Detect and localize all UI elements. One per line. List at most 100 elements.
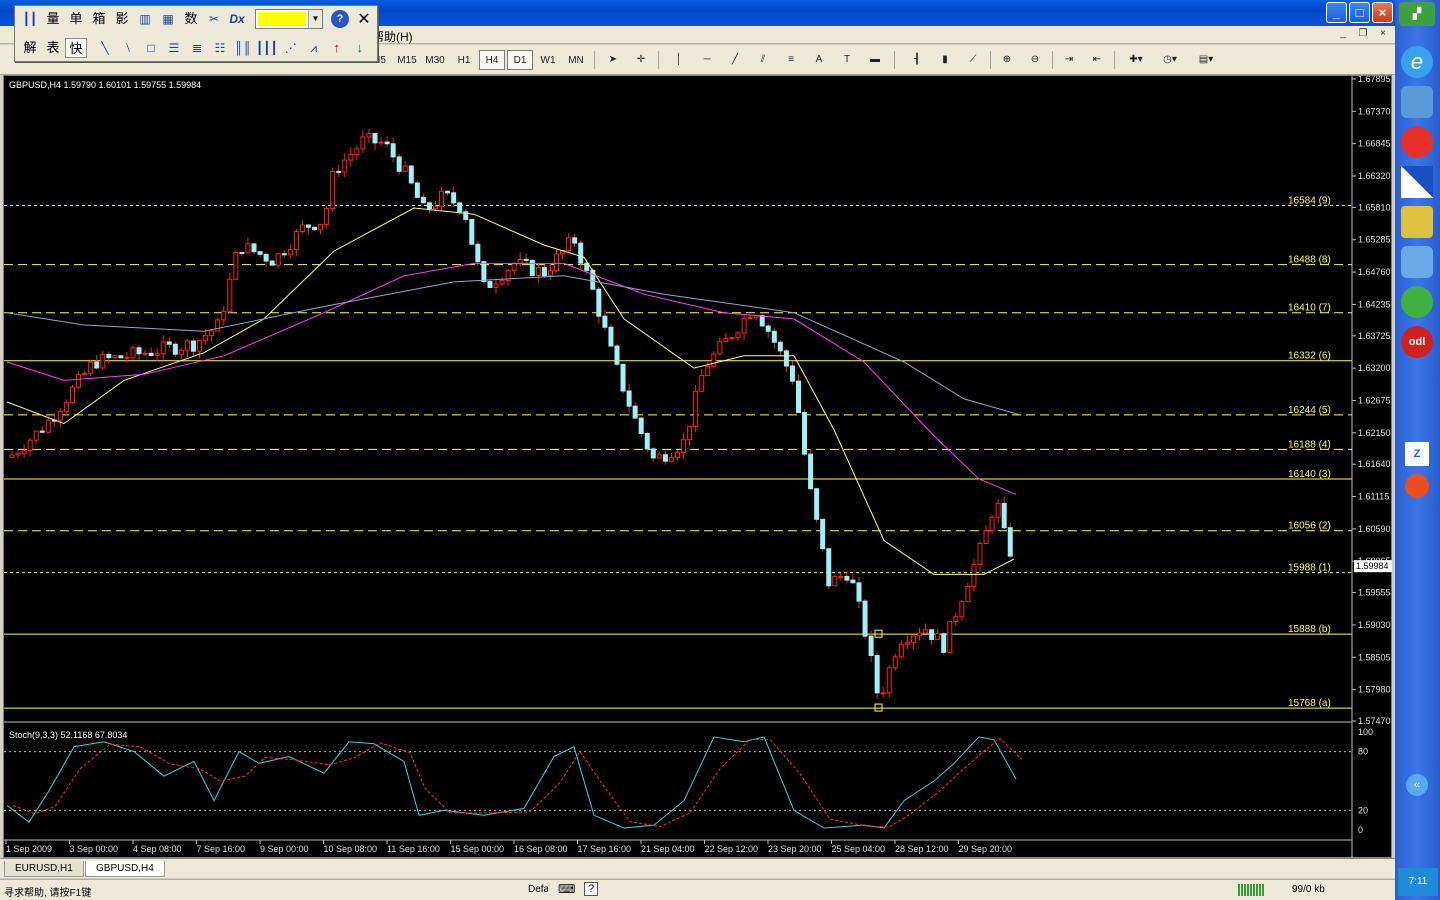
double-line-icon[interactable]: ⧵ (117, 38, 139, 58)
candle-body (554, 253, 559, 272)
candle-body (765, 325, 771, 332)
app-icon[interactable] (1401, 206, 1433, 238)
mdi-close-button[interactable]: × (1375, 27, 1391, 41)
timeframe-mn-button[interactable]: MN (563, 50, 589, 70)
zoom-out-icon[interactable]: ⊖ (1024, 50, 1046, 70)
candle-body (445, 190, 451, 194)
horizontal-line-icon[interactable]: ─ (696, 50, 718, 70)
app-icon[interactable] (1401, 126, 1433, 158)
histogram-icon[interactable]: ▥ (134, 9, 156, 29)
panel-box-button[interactable]: 箱 (88, 9, 110, 29)
crosshair-icon[interactable]: ✛ (630, 50, 652, 70)
arrow-label-icon[interactable]: ▬ (864, 50, 886, 70)
fib-expansion-icon[interactable]: ☷ (209, 38, 231, 58)
timeframe-w1-button[interactable]: W1 (535, 50, 561, 70)
panel-shadow-button[interactable]: 影 (111, 9, 133, 29)
timeframe-h1-button[interactable]: H1 (451, 50, 477, 70)
windows-flag-icon[interactable]: ▞ (1399, 2, 1435, 26)
panel-fast-button[interactable]: 快 (65, 38, 87, 58)
zoom-in-icon[interactable]: ⊕ (996, 50, 1018, 70)
line-chart-icon[interactable]: ⟋ (962, 50, 984, 70)
ie-icon[interactable]: e (1401, 46, 1433, 78)
help-icon[interactable]: ? (331, 10, 349, 28)
gann-fan-icon[interactable]: ⋰ (280, 38, 302, 58)
bar-chart-icon[interactable]: ┨ (906, 50, 928, 70)
panel-single-button[interactable]: 单 (65, 9, 87, 29)
fib-fan-icon[interactable]: ⩘ (303, 38, 325, 58)
panel-data-button[interactable]: 数 (180, 9, 202, 29)
timeframe-h4-button[interactable]: H4 (479, 50, 505, 70)
candle-body (420, 196, 426, 204)
current-price-label: 1.59984 (1356, 561, 1389, 571)
app-icon[interactable] (1401, 86, 1433, 118)
line-tool-icon[interactable]: ╲ (94, 38, 116, 58)
fib-level-label: 16056 (2) (1288, 521, 1331, 532)
timeframe-m15-button[interactable]: M15 (394, 50, 420, 70)
close-button[interactable]: × (1372, 2, 1393, 23)
indicators-icon[interactable]: ✚▾ (1122, 50, 1150, 70)
toolbar-separator (594, 51, 595, 69)
candle-body (535, 266, 541, 276)
templates-icon[interactable]: ▤▾ (1192, 50, 1220, 70)
bars-icon[interactable]: ┃┃ (19, 9, 41, 29)
app-icon[interactable] (1401, 246, 1433, 278)
app-icon[interactable]: Z (1405, 442, 1429, 466)
candle-body (675, 451, 680, 458)
color-picker[interactable]: ▼ (255, 9, 323, 29)
expand-tray-icon[interactable]: « (1406, 774, 1428, 796)
candle-body (275, 253, 281, 266)
candle-body (856, 582, 862, 602)
candle-body (650, 448, 656, 459)
fibonacci-icon[interactable]: ≡ (780, 50, 802, 70)
candle-body (668, 456, 674, 462)
candle-chart-icon[interactable]: ▮ (934, 50, 956, 70)
timeframe-m30-button[interactable]: M30 (422, 50, 448, 70)
fib-retracement-icon[interactable]: ☰ (163, 38, 185, 58)
app-icon[interactable] (1405, 474, 1429, 498)
messenger-icon[interactable] (1401, 286, 1433, 318)
auto-scroll-icon[interactable]: ⇥ (1058, 50, 1080, 70)
close-icon[interactable]: ✕ (355, 9, 373, 29)
cursor-icon[interactable]: ➤ (602, 50, 624, 70)
panel-solve-button[interactable]: 解 (19, 38, 41, 58)
candle-body (348, 153, 354, 161)
periods-icon[interactable]: ◷▾ (1156, 50, 1184, 70)
stoch-header: Stoch(9,3,3) 52.1168 67.8034 (9, 730, 127, 740)
candle-body (82, 372, 88, 375)
maximize-button[interactable]: □ (1349, 2, 1370, 23)
help-icon[interactable]: ? (584, 882, 598, 896)
chart-shift-icon[interactable]: ⇤ (1086, 50, 1108, 70)
fib-timezone-icon[interactable]: ║║ (232, 38, 254, 58)
tab-gbpusd-h4[interactable]: GBPUSD,H4 (85, 861, 165, 877)
channel-icon[interactable]: ⫽ (752, 50, 774, 70)
arrow-down-icon[interactable]: ↓ (349, 38, 371, 58)
text-label-icon[interactable]: T (836, 50, 858, 70)
mdi-restore-button[interactable]: ❐ (1355, 27, 1371, 41)
arrow-up-icon[interactable]: ↑ (326, 38, 348, 58)
app-icon[interactable] (1401, 166, 1433, 198)
rectangle-icon[interactable]: □ (140, 38, 162, 58)
vertical-line-icon[interactable]: │ (668, 50, 690, 70)
candle-body (959, 601, 965, 618)
candle-body (523, 258, 529, 261)
chart-window[interactable]: 1.67895 1.67370 1.66845 1.66320 1.65810 1.652… (3, 75, 1393, 859)
scissors-icon[interactable]: ✂ (203, 9, 225, 29)
panel-volume-button[interactable]: 量 (42, 9, 64, 29)
timeframe-d1-button[interactable]: D1 (507, 50, 533, 70)
mdi-minimize-button[interactable]: _ (1335, 27, 1351, 41)
tab-eurusd-h1[interactable]: EURUSD,H1 (4, 861, 84, 877)
fib-extension-icon[interactable]: ≣ (186, 38, 208, 58)
menu-help[interactable]: 帮助(H) (372, 28, 413, 45)
gann-grid-icon[interactable]: ┃┃┃ (255, 38, 279, 58)
trendline-icon[interactable]: ╱ (724, 50, 746, 70)
price-chart[interactable]: 1.67895 1.67370 1.66845 1.66320 1.65810 1.652… (4, 76, 1393, 859)
grid-icon[interactable]: ▦ (157, 9, 179, 29)
candle-body (166, 341, 172, 345)
panel-table-button[interactable]: 表 (42, 38, 64, 58)
time-tick-label: 17 Sep 16:00 (578, 844, 632, 854)
minimize-button[interactable]: _ (1326, 2, 1347, 23)
dx-icon[interactable]: Dx (226, 9, 248, 29)
candle-body (771, 330, 777, 343)
app-icon[interactable]: odl (1401, 326, 1433, 358)
text-icon[interactable]: A (808, 50, 830, 70)
